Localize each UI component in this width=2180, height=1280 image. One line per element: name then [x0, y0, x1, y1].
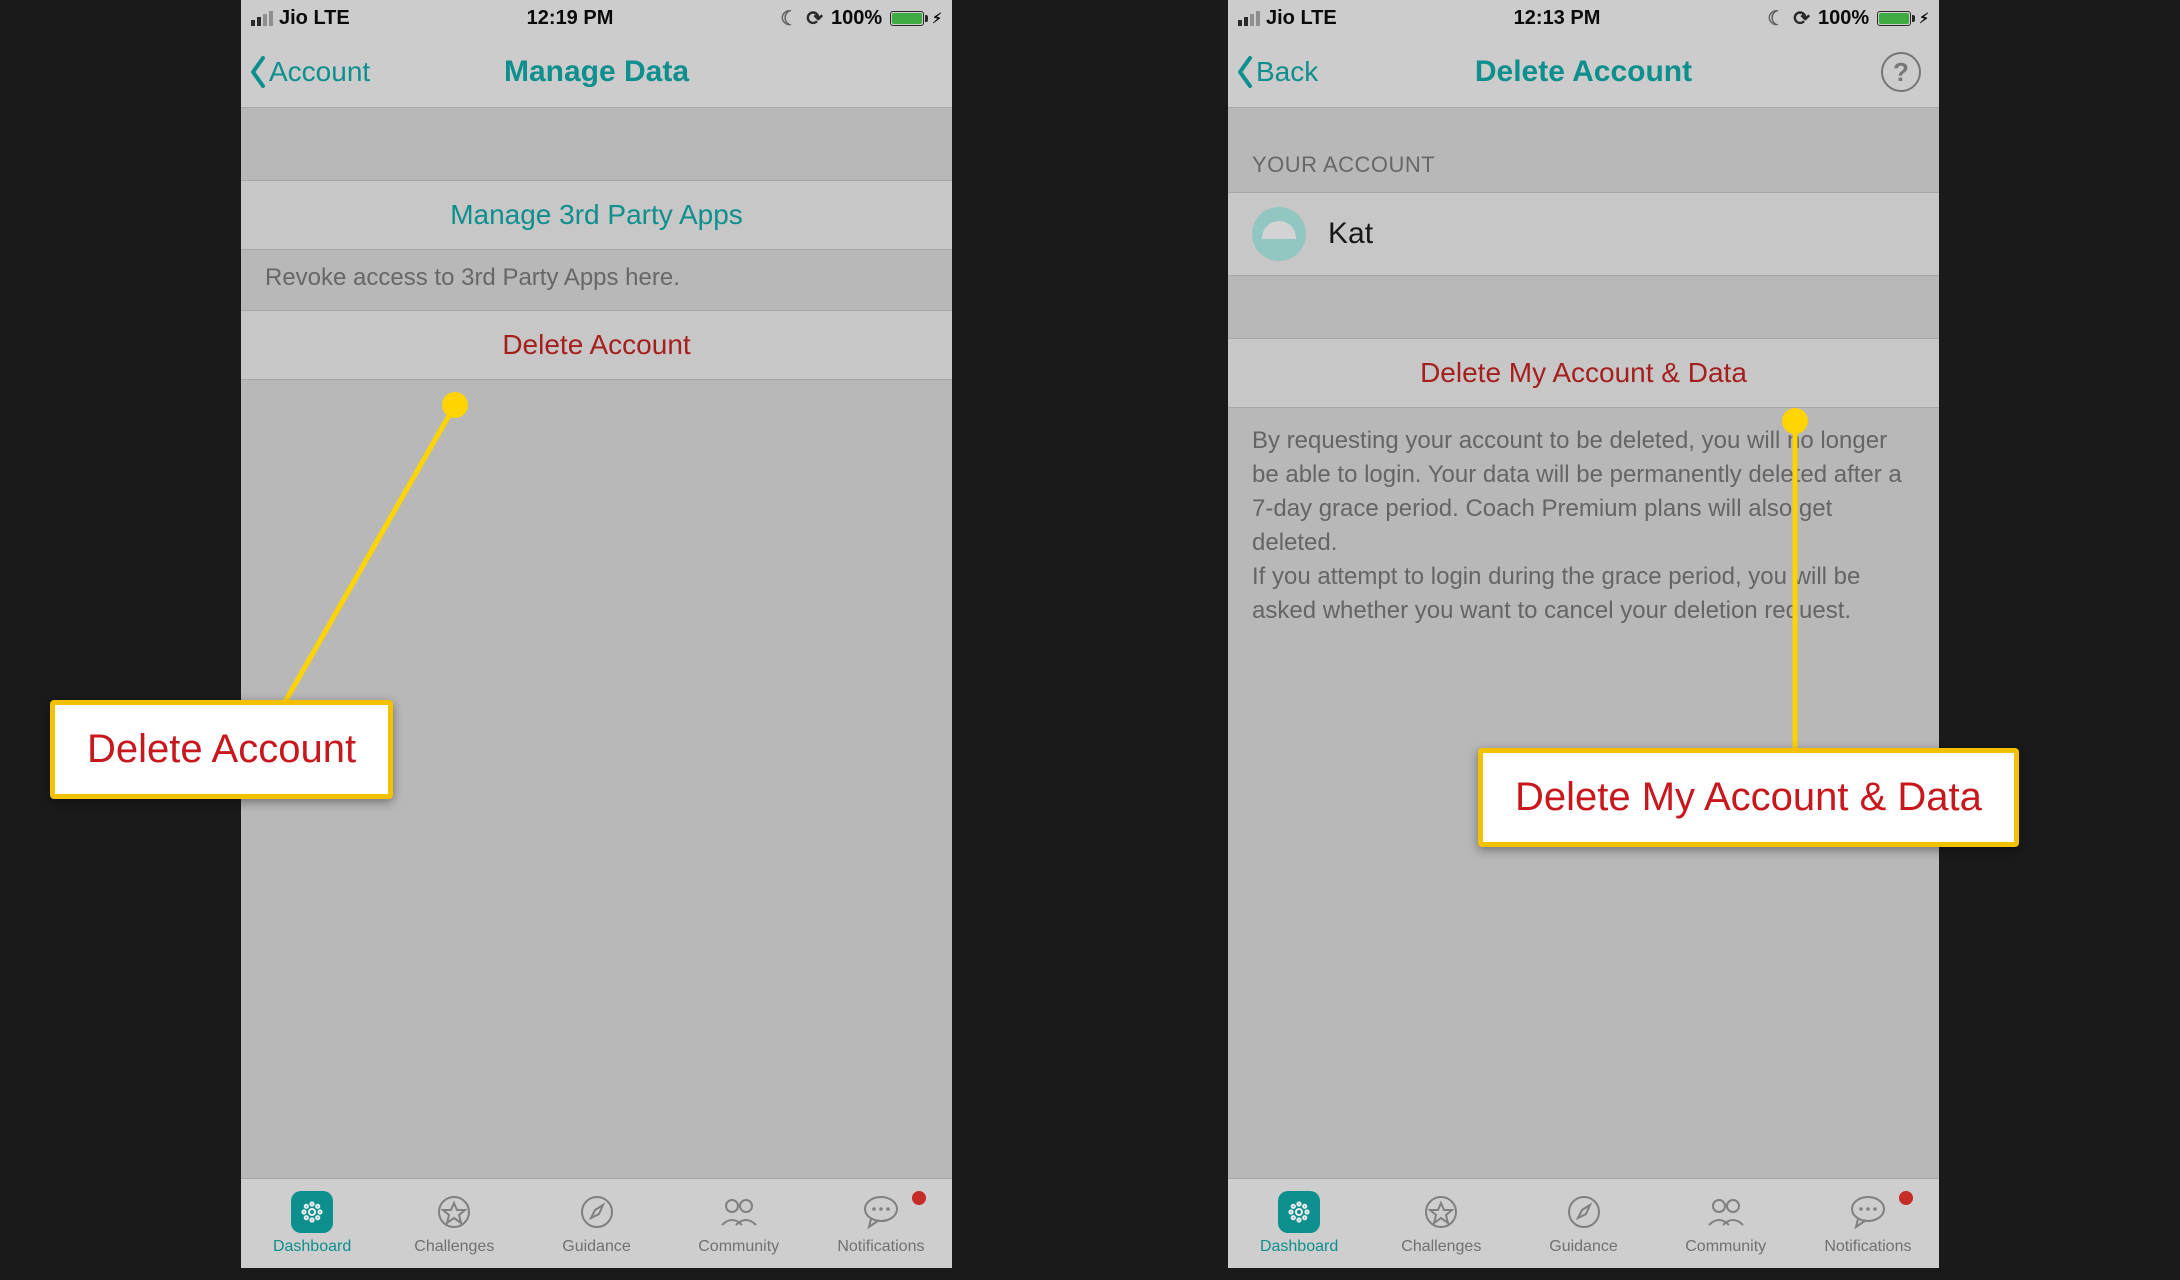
- tab-challenges[interactable]: Challenges: [1370, 1179, 1512, 1268]
- tab-guidance[interactable]: Guidance: [525, 1179, 667, 1268]
- nav-bar: Account Manage Data: [241, 36, 952, 108]
- tab-label: Community: [698, 1238, 779, 1256]
- tab-community[interactable]: Community: [1655, 1179, 1797, 1268]
- left-phone-frame: Jio LTE 12:19 PM ☾ ⟳ 100% ⚡︎ Account Man…: [241, 0, 952, 1268]
- tab-label: Notifications: [1824, 1238, 1911, 1256]
- moon-icon: ☾: [1767, 6, 1785, 31]
- avatar: [1252, 207, 1306, 261]
- tab-bar: Dashboard Challenges Guidance Community …: [1228, 1178, 1939, 1268]
- tab-dashboard[interactable]: Dashboard: [241, 1179, 383, 1268]
- star-icon: [1420, 1191, 1462, 1233]
- clock-label: 12:19 PM: [360, 7, 781, 30]
- compass-icon: [1563, 1191, 1605, 1233]
- chat-icon: [1847, 1191, 1889, 1233]
- left-marker-dot: [442, 392, 468, 418]
- tab-notifications[interactable]: Notifications: [1797, 1179, 1939, 1268]
- tab-label: Challenges: [1401, 1238, 1481, 1256]
- back-label: Back: [1256, 56, 1318, 88]
- tab-label: Dashboard: [1260, 1238, 1338, 1256]
- tab-community[interactable]: Community: [668, 1179, 810, 1268]
- tab-label: Community: [1685, 1238, 1766, 1256]
- clock-label: 12:13 PM: [1347, 7, 1768, 30]
- help-button[interactable]: ?: [1881, 52, 1921, 92]
- tab-guidance[interactable]: Guidance: [1512, 1179, 1654, 1268]
- back-button[interactable]: Back: [1228, 55, 1318, 89]
- tab-label: Challenges: [414, 1238, 494, 1256]
- notification-badge: [1897, 1189, 1915, 1207]
- right-callout: Delete My Account & Data: [1478, 748, 2019, 847]
- people-icon: [718, 1191, 760, 1233]
- notification-badge: [910, 1189, 928, 1207]
- back-button[interactable]: Account: [241, 55, 370, 89]
- delete-warning-text: By requesting your account to be deleted…: [1228, 408, 1939, 644]
- your-account-header: YOUR ACCOUNT: [1228, 108, 1939, 192]
- tab-label: Notifications: [837, 1238, 924, 1256]
- battery-icon: [1877, 11, 1911, 26]
- rotation-lock-icon: ⟳: [1793, 6, 1810, 31]
- carrier-label: Jio LTE: [279, 7, 350, 30]
- chat-icon: [860, 1191, 902, 1233]
- tab-notifications[interactable]: Notifications: [810, 1179, 952, 1268]
- account-row[interactable]: Kat: [1228, 192, 1939, 276]
- back-label: Account: [269, 56, 370, 88]
- delete-my-account-row[interactable]: Delete My Account & Data: [1228, 338, 1939, 408]
- left-callout: Delete Account: [50, 700, 393, 799]
- people-icon: [1705, 1191, 1747, 1233]
- status-bar: Jio LTE 12:19 PM ☾ ⟳ 100% ⚡︎: [241, 0, 952, 36]
- compass-icon: [576, 1191, 618, 1233]
- dashboard-icon: [291, 1191, 333, 1233]
- tab-dashboard[interactable]: Dashboard: [1228, 1179, 1370, 1268]
- nav-bar: Back Delete Account ?: [1228, 36, 1939, 108]
- battery-percent: 100%: [831, 7, 882, 30]
- signal-icon: [251, 11, 273, 26]
- tab-label: Guidance: [1549, 1238, 1618, 1256]
- rotation-lock-icon: ⟳: [806, 6, 823, 31]
- moon-icon: ☾: [780, 6, 798, 31]
- battery-icon: [890, 11, 924, 26]
- revoke-helper-text: Revoke access to 3rd Party Apps here.: [241, 250, 952, 310]
- dashboard-icon: [1278, 1191, 1320, 1233]
- right-phone-frame: Jio LTE 12:13 PM ☾ ⟳ 100% ⚡︎ Back Delete…: [1228, 0, 1939, 1268]
- charging-icon: ⚡︎: [932, 10, 942, 27]
- tab-challenges[interactable]: Challenges: [383, 1179, 525, 1268]
- account-name: Kat: [1328, 217, 1373, 251]
- tab-label: Guidance: [562, 1238, 631, 1256]
- chevron-left-icon: [247, 55, 269, 89]
- status-bar: Jio LTE 12:13 PM ☾ ⟳ 100% ⚡︎: [1228, 0, 1939, 36]
- signal-icon: [1238, 11, 1260, 26]
- star-icon: [433, 1191, 475, 1233]
- right-marker-dot: [1782, 408, 1808, 434]
- tab-label: Dashboard: [273, 1238, 351, 1256]
- carrier-label: Jio LTE: [1266, 7, 1337, 30]
- manage-3rd-party-row[interactable]: Manage 3rd Party Apps: [241, 180, 952, 250]
- chevron-left-icon: [1234, 55, 1256, 89]
- charging-icon: ⚡︎: [1919, 10, 1929, 27]
- tab-bar: Dashboard Challenges Guidance Community …: [241, 1178, 952, 1268]
- delete-account-row[interactable]: Delete Account: [241, 310, 952, 380]
- page-title: Delete Account: [1228, 55, 1939, 89]
- battery-percent: 100%: [1818, 7, 1869, 30]
